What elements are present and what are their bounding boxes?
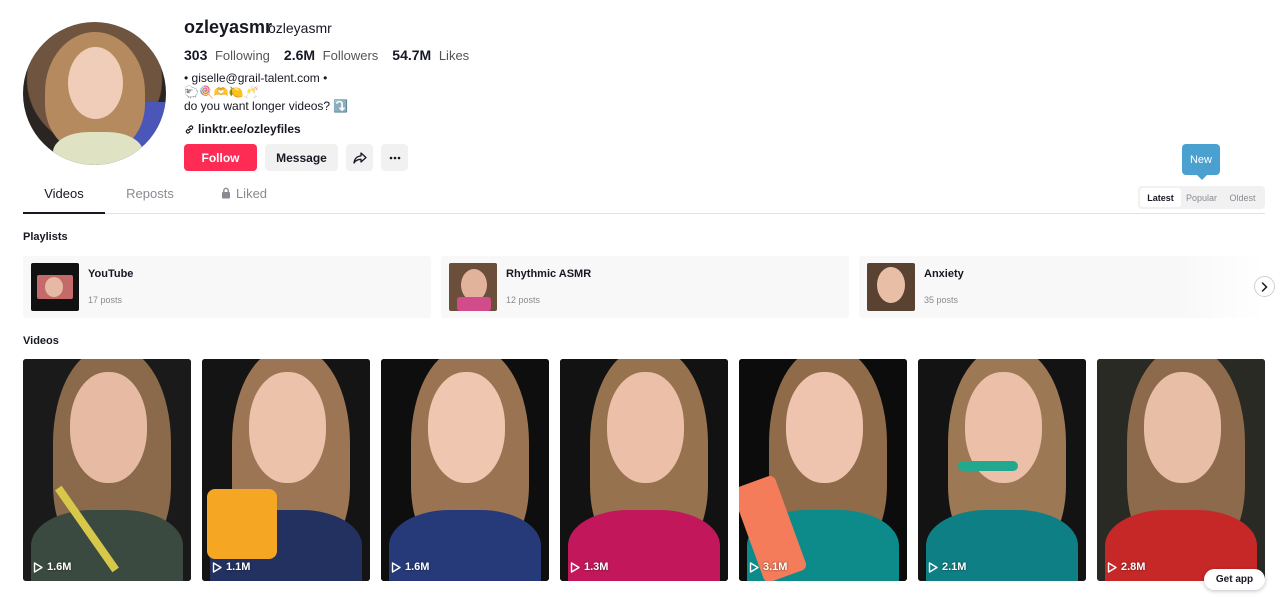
play-icon — [570, 561, 580, 573]
stat-following-value: 303 — [184, 47, 208, 63]
avatar-face — [68, 47, 123, 119]
share-icon — [352, 151, 367, 164]
profile-link-text: linktr.ee/ozleyfiles — [198, 122, 301, 136]
video-views: 1.6M — [391, 561, 429, 573]
playlist-count: 17 posts — [88, 295, 123, 305]
playlists-row: YouTube 17 posts Rhythmic ASMR 12 posts … — [23, 256, 1265, 318]
video-card[interactable]: 1.3M — [560, 359, 728, 581]
video-views: 1.6M — [33, 561, 71, 573]
profile-avatar[interactable] — [23, 22, 166, 165]
profile-tabs: Videos Reposts Liked — [23, 186, 1265, 214]
profile-stats: 303 Following 2.6M Followers 54.7M Likes — [184, 47, 469, 63]
playlist-name: YouTube — [88, 268, 134, 280]
message-button[interactable]: Message — [265, 144, 338, 171]
video-views: 1.3M — [570, 561, 608, 573]
sort-popular[interactable]: Popular — [1181, 188, 1222, 207]
play-icon — [1107, 561, 1117, 573]
video-views-count: 2.8M — [1121, 561, 1146, 573]
video-card[interactable]: 1.1M — [202, 359, 370, 581]
playlist-count: 12 posts — [506, 295, 541, 305]
video-views-count: 3.1M — [763, 561, 788, 573]
lock-icon — [221, 187, 230, 199]
sort-toggle: Latest Popular Oldest — [1138, 186, 1265, 209]
more-icon — [389, 156, 400, 159]
video-views-count: 1.6M — [405, 561, 430, 573]
video-views: 1.1M — [212, 561, 250, 573]
link-icon — [185, 124, 194, 134]
video-card[interactable]: 1.6M — [23, 359, 191, 581]
stat-likes-value: 54.7M — [392, 47, 432, 63]
stat-followers-label: Followers — [322, 48, 379, 63]
stat-following-label: Following — [214, 48, 270, 63]
video-views: 2.1M — [928, 561, 966, 573]
bio-line-emojis: 🐑🍭🫶🍋🥂 — [184, 85, 259, 99]
new-tooltip: New — [1182, 144, 1220, 180]
profile-link[interactable]: linktr.ee/ozleyfiles — [184, 122, 301, 136]
playlist-thumbnail — [31, 263, 79, 311]
video-views-count: 1.6M — [47, 561, 72, 573]
play-icon — [212, 561, 222, 573]
playlist-thumbnail — [449, 263, 497, 311]
video-card[interactable]: 1.6M — [381, 359, 549, 581]
tab-videos-label: Videos — [44, 186, 84, 201]
playlist-name: Rhythmic ASMR — [506, 268, 592, 280]
playlists-heading: Playlists — [23, 231, 68, 243]
playlist-count: 35 posts — [924, 295, 959, 305]
playlist-card[interactable]: YouTube 17 posts — [23, 256, 431, 318]
stat-likes-label: Likes — [438, 48, 470, 63]
video-views: 3.1M — [749, 561, 787, 573]
video-views-count: 2.1M — [942, 561, 967, 573]
play-icon — [749, 561, 759, 573]
avatar-shirt — [53, 132, 143, 165]
videos-heading: Videos — [23, 335, 59, 347]
playlists-fade — [1180, 256, 1265, 318]
follow-button[interactable]: Follow — [184, 144, 257, 171]
profile-username: ozleyasmr — [184, 17, 273, 37]
bio-line-question: do you want longer videos? ⤵️ — [184, 99, 349, 113]
play-icon — [391, 561, 401, 573]
tab-liked-label: Liked — [235, 186, 268, 201]
sort-oldest[interactable]: Oldest — [1222, 188, 1263, 207]
stat-following[interactable]: 303 Following — [184, 47, 270, 63]
video-card[interactable]: 2.1M — [918, 359, 1086, 581]
play-icon — [928, 561, 938, 573]
video-views: 2.8M — [1107, 561, 1145, 573]
playlist-name: Anxiety — [924, 268, 964, 280]
video-views-count: 1.3M — [584, 561, 609, 573]
tab-reposts[interactable]: Reposts — [111, 186, 189, 214]
tab-liked[interactable]: Liked — [209, 186, 279, 214]
videos-grid: 1.6M 1.1M 1.6M 1.3M 3.1M 2.1M 2.8M — [23, 359, 1265, 581]
tab-videos[interactable]: Videos — [23, 186, 105, 214]
tab-reposts-label: Reposts — [126, 186, 174, 201]
share-button[interactable] — [346, 144, 373, 171]
video-card[interactable]: 3.1M — [739, 359, 907, 581]
sort-latest[interactable]: Latest — [1140, 188, 1181, 207]
bio-line-email: • giselle@grail-talent.com • — [184, 71, 328, 85]
playlists-next-button[interactable] — [1254, 276, 1275, 297]
video-views-count: 1.1M — [226, 561, 251, 573]
chevron-right-icon — [1261, 281, 1268, 292]
stat-followers[interactable]: 2.6M Followers — [284, 47, 378, 63]
video-card[interactable]: 2.8M — [1097, 359, 1265, 581]
playlist-card[interactable]: Rhythmic ASMR 12 posts — [441, 256, 849, 318]
profile-nickname: ozleyasmr — [268, 20, 332, 36]
more-button[interactable] — [381, 144, 408, 171]
play-icon — [33, 561, 43, 573]
profile-actions: Follow Message — [184, 144, 408, 171]
stat-likes: 54.7M Likes — [392, 47, 469, 63]
profile-bio: • giselle@grail-talent.com • 🐑🍭🫶🍋🥂 do yo… — [184, 71, 348, 113]
get-app-button[interactable]: Get app — [1204, 569, 1265, 590]
playlist-thumbnail — [867, 263, 915, 311]
stat-followers-value: 2.6M — [283, 47, 316, 63]
